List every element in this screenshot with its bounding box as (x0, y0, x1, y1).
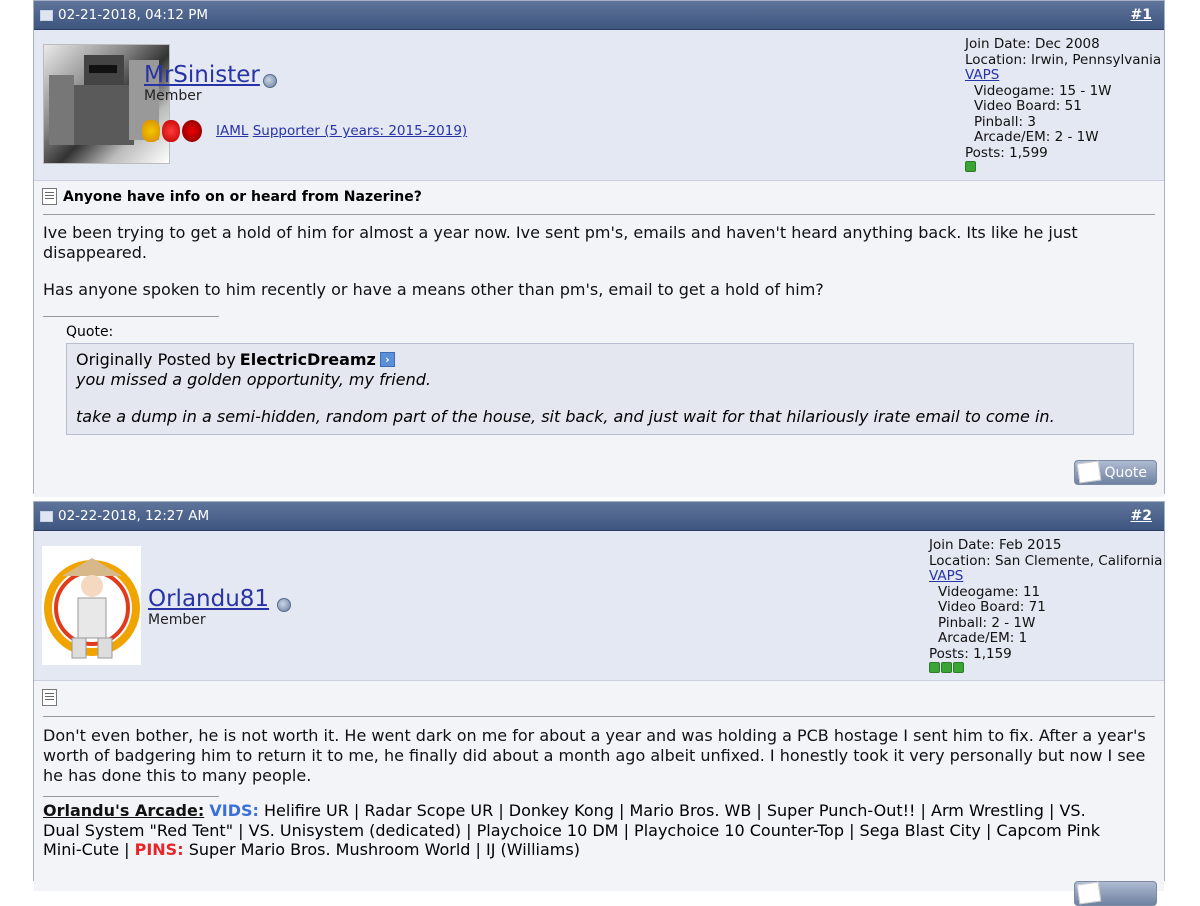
user-title: Member (144, 88, 202, 104)
stat-arcade: Arcade/EM: 2 - 1W (974, 129, 1099, 145)
join-date: Join Date: Feb 2015 (929, 537, 1062, 553)
offline-status-icon (277, 598, 291, 612)
message-paragraph-1: Ive been trying to get a hold of him for… (43, 223, 1078, 262)
quote-pen-icon (1076, 460, 1102, 484)
quote-line-2: take a dump in a semi-hidden, random par… (76, 407, 1055, 426)
supporter-link[interactable]: Supporter (5 years: 2015-2019) (253, 123, 468, 139)
location: Location: San Clemente, California (929, 552, 1163, 569)
user-title: Member (148, 612, 206, 628)
pineapple-icon (142, 120, 160, 142)
signature-divider (43, 796, 219, 797)
cherries-icon (182, 120, 202, 142)
quote-button[interactable]: Quote (1074, 460, 1157, 485)
post-body: Anyone have info on or heard from Nazeri… (34, 181, 1164, 497)
username-text[interactable]: Orlandu81 (148, 586, 269, 612)
post-date-icon (40, 511, 53, 522)
username-link[interactable]: Orlandu81 (148, 586, 269, 612)
title-divider (43, 716, 1155, 717)
stat-video-board: Video Board: 71 (938, 599, 1046, 615)
quote-source: Originally Posted by ElectricDreamz › (76, 350, 1124, 370)
user-stats: Join Date: Dec 2008 Location: Irwin, Pen… (965, 36, 1162, 177)
post-icon (42, 689, 57, 706)
user-info-bar: Orlandu81 Member Join Date: Feb 2015 Loc… (34, 531, 1164, 681)
sig-arcade-label: Orlandu's Arcade: (43, 801, 205, 820)
message-paragraph-2: Has anyone spoken to him recently or hav… (43, 280, 824, 299)
offline-status-icon (263, 74, 277, 88)
post-number-link[interactable]: #1 (1131, 1, 1152, 29)
quote-prefix: Originally Posted by (76, 350, 236, 369)
sig-pins-label: PINS: (134, 840, 184, 859)
vaps-link[interactable]: VAPS (929, 568, 1162, 585)
user-info-bar: MrSinister Member IAML Supporter (5 year… (34, 30, 1164, 181)
stat-arcade: Arcade/EM: 1 (938, 630, 1028, 646)
stat-video-board: Video Board: 51 (974, 98, 1082, 114)
signature-divider (43, 316, 219, 317)
avatar[interactable] (42, 546, 141, 665)
sig-vids-label: VIDS: (209, 801, 259, 820)
post-date-icon (40, 10, 53, 21)
username-text[interactable]: MrSinister (144, 62, 260, 88)
post-1: 02-21-2018, 04:12 PM #1 MrSinister Membe… (33, 0, 1165, 497)
quote-line-1: you missed a golden opportunity, my frie… (76, 369, 431, 389)
quote-pen-icon (1076, 881, 1102, 905)
post-header: 02-21-2018, 04:12 PM #1 (34, 1, 1164, 30)
quote-button[interactable] (1074, 881, 1157, 906)
quote-box: Originally Posted by ElectricDreamz › yo… (66, 343, 1134, 435)
view-post-arrow-icon[interactable]: › (379, 352, 395, 368)
post-date: 02-21-2018, 04:12 PM (58, 7, 209, 23)
title-divider (43, 214, 1155, 215)
vaps-link[interactable]: VAPS (965, 67, 1161, 84)
strawberry-icon (162, 120, 180, 142)
supporter-line: IAML Supporter (5 years: 2015-2019) (216, 123, 467, 139)
post-body: Don't even bother, he is not worth it. H… (34, 681, 1164, 906)
reputation-icon (965, 161, 1161, 177)
post-count: Posts: 1,159 (929, 645, 1012, 662)
post-2: 02-22-2018, 12:27 AM #2 Orlandu81 Member… (33, 501, 1165, 906)
post-count: Posts: 1,599 (965, 144, 1048, 161)
signature: Orlandu's Arcade: VIDS: Helifire UR | Ra… (43, 801, 1124, 860)
join-date: Join Date: Dec 2008 (965, 36, 1100, 52)
stat-pinball: Pinball: 3 (974, 113, 1036, 130)
post-title-row (42, 689, 57, 706)
post-date: 02-22-2018, 12:27 AM (58, 508, 210, 524)
quote-button-label: Quote (1104, 464, 1147, 481)
post-number-link[interactable]: #2 (1131, 502, 1152, 530)
post-icon (42, 188, 57, 205)
stat-videogame: Videogame: 15 - 1W (974, 82, 1112, 99)
location: Location: Irwin, Pennsylvania (965, 51, 1162, 68)
quote-label: Quote: (66, 324, 114, 340)
award-icons (142, 120, 202, 142)
iaml-link[interactable]: IAML (216, 123, 248, 139)
sig-pins-list: Super Mario Bros. Mushroom World | IJ (W… (188, 840, 580, 859)
user-stats: Join Date: Feb 2015 Location: San Clemen… (929, 537, 1163, 678)
username-link[interactable]: MrSinister (144, 62, 260, 88)
post-title: Anyone have info on or heard from Nazeri… (63, 188, 422, 205)
reputation-icon (929, 662, 1162, 678)
message-body: Don't even bother, he is not worth it. H… (43, 726, 1146, 785)
quote-author: ElectricDreamz (239, 350, 376, 369)
avatar-image (44, 558, 140, 659)
stat-videogame: Videogame: 11 (938, 583, 1041, 600)
stat-pinball: Pinball: 2 - 1W (938, 614, 1036, 631)
post-header: 02-22-2018, 12:27 AM #2 (34, 502, 1164, 531)
post-title-row: Anyone have info on or heard from Nazeri… (42, 188, 422, 205)
